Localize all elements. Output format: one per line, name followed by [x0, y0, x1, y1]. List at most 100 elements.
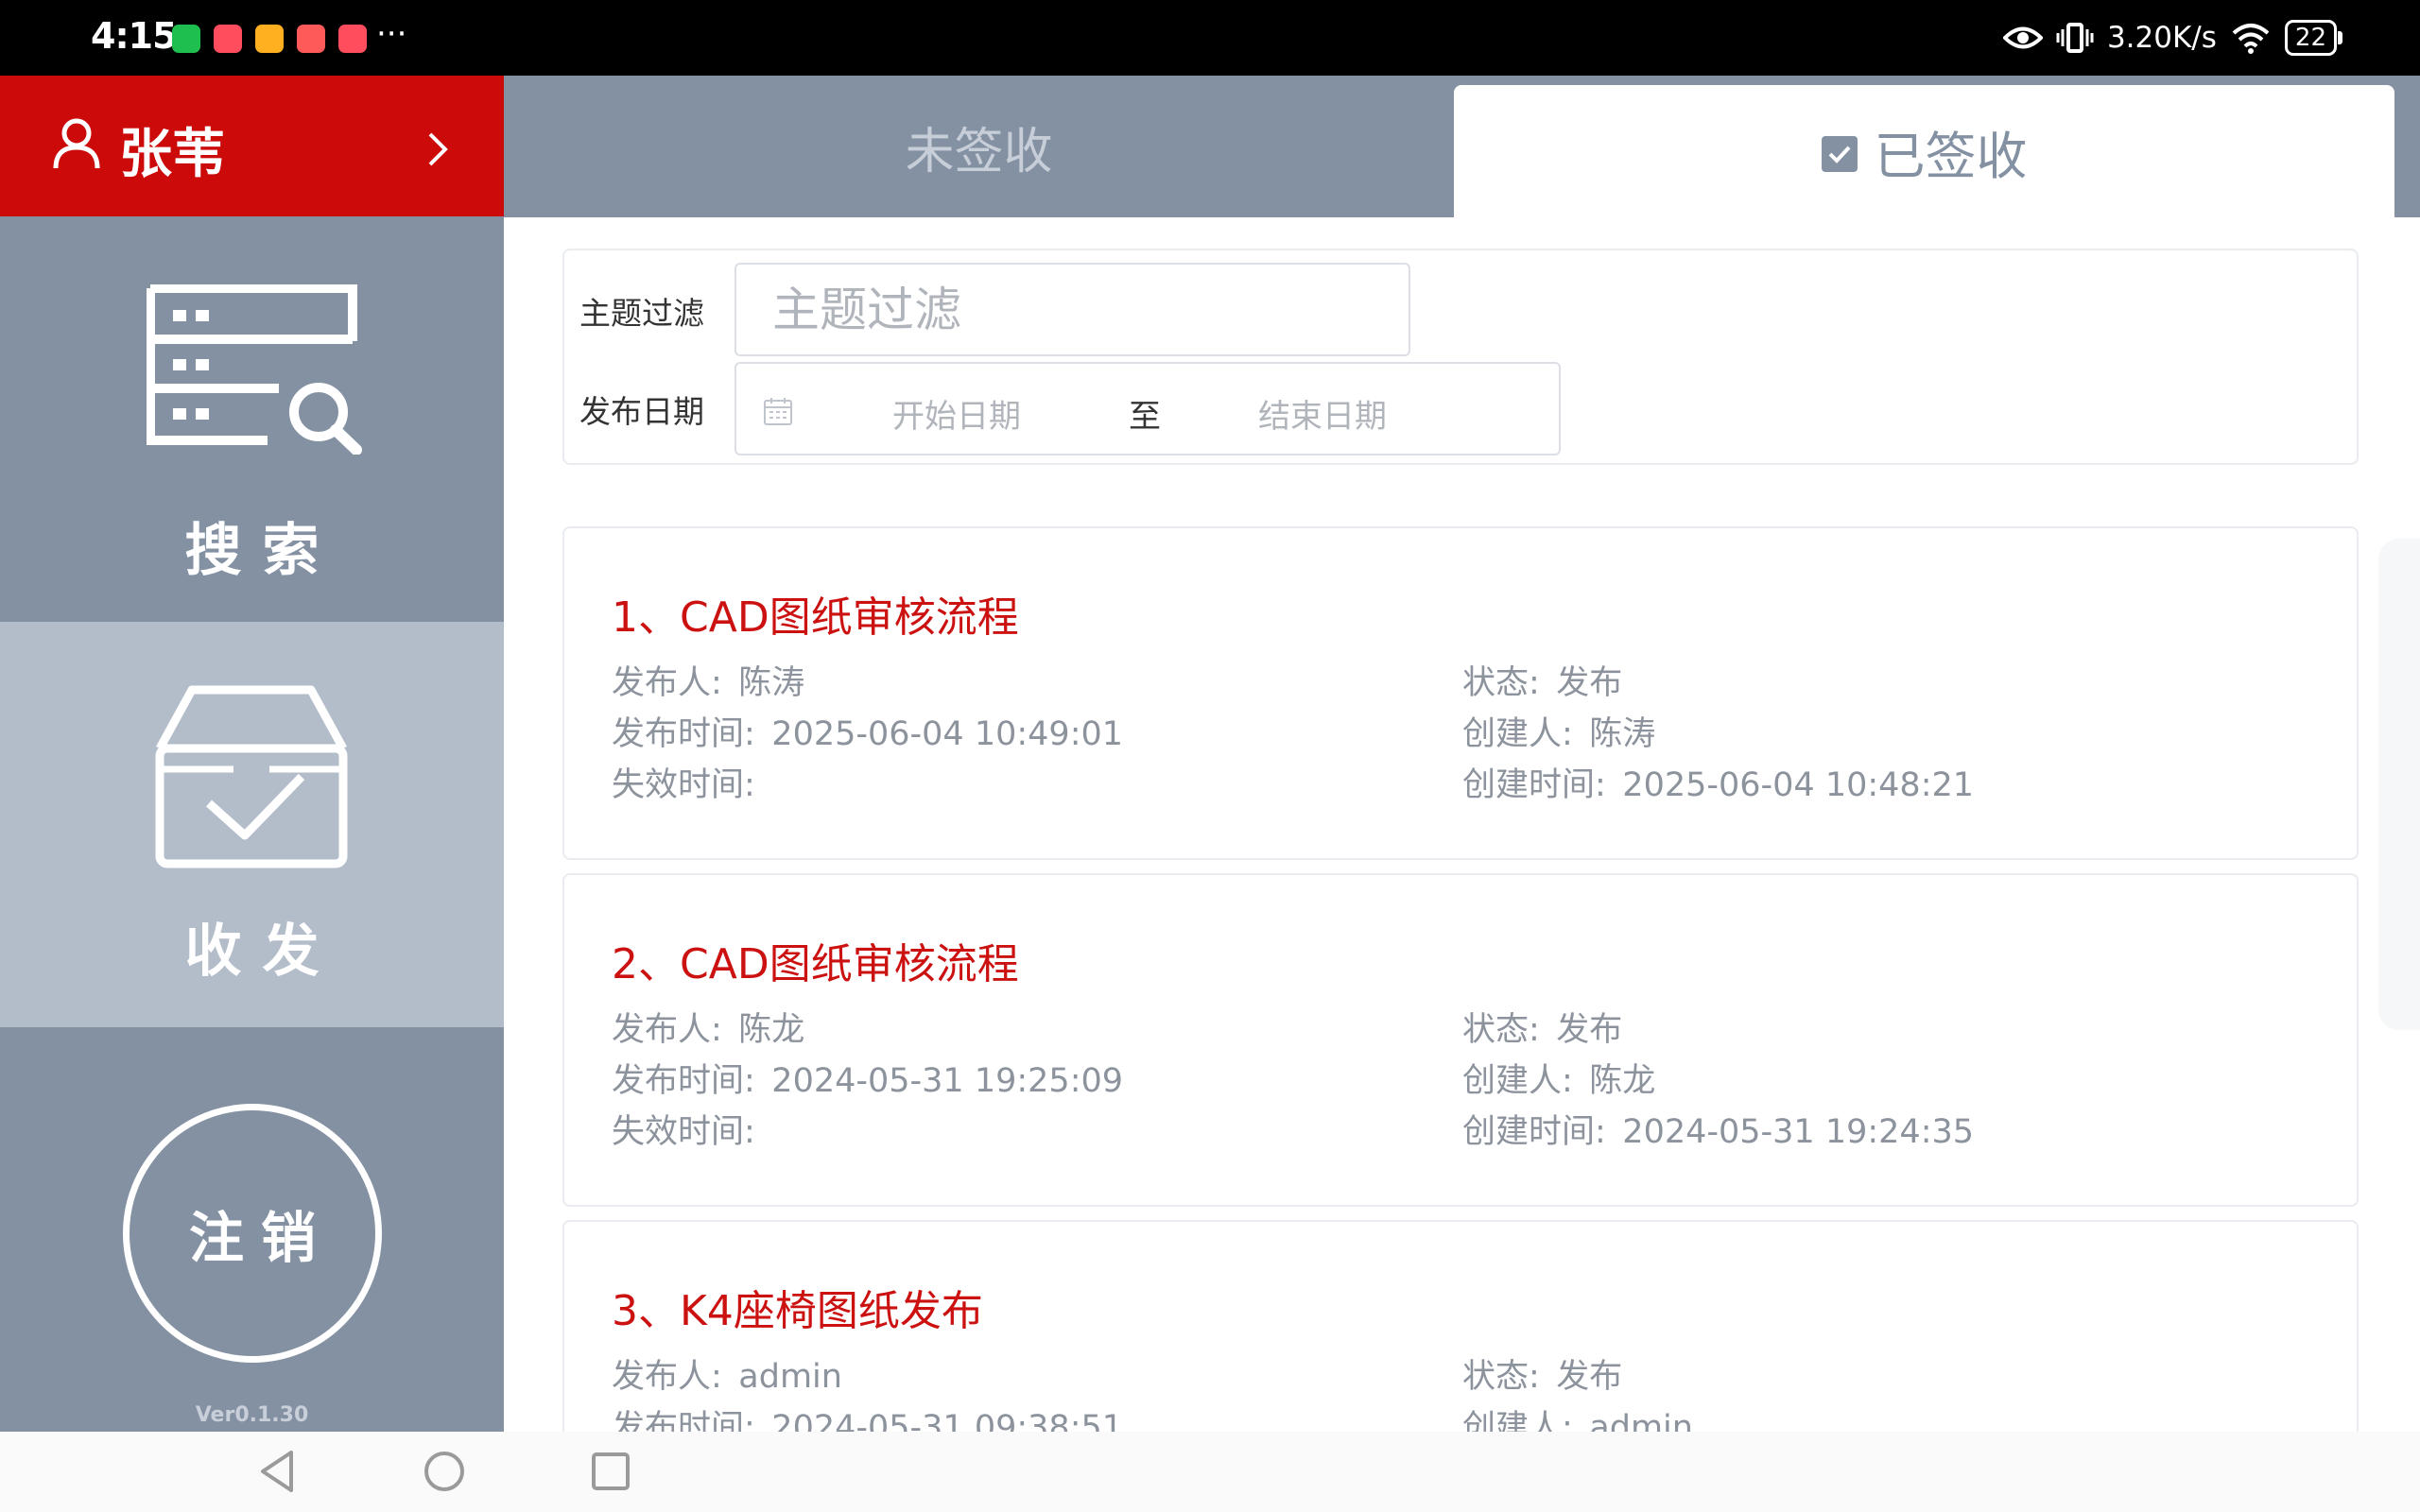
field-label: 状态: [1462, 1011, 1540, 1049]
tab-bar: 未签收 已签收 [504, 76, 2420, 217]
publish-time-field: 发布时间: 2024-05-31 19:25:09 [612, 1054, 1123, 1102]
publish-date-label: 发布日期 [579, 393, 704, 430]
filter-panel: 主题过滤 发布日期 开始日期 至 结束日期 [562, 249, 2359, 465]
field-label: 失效时间: [612, 1113, 755, 1151]
status-field: 状态: 发布 [1462, 1349, 1622, 1398]
chevron-right-icon [428, 132, 448, 166]
app-notification-icon [297, 25, 325, 53]
list-search-icon [147, 284, 362, 455]
field-label: 发布时间: [612, 1062, 755, 1100]
field-label: 创建人: [1462, 1409, 1573, 1432]
vibrate-icon [2056, 23, 2094, 53]
user-name: 张苇 [119, 124, 225, 185]
field-label: 发布时间: [612, 715, 755, 753]
start-date-input[interactable]: 开始日期 [892, 390, 1021, 437]
publisher-field: 发布人: 陈涛 [612, 656, 804, 704]
field-value: 发布 [1556, 664, 1623, 702]
tab-signed[interactable]: 已签收 [1454, 85, 2394, 217]
publisher-field: 发布人: admin [612, 1349, 842, 1398]
field-value: 陈龙 [738, 1011, 805, 1049]
field-value: 发布 [1556, 1011, 1623, 1049]
field-value: 2024-05-31 19:24:35 [1622, 1113, 1975, 1151]
app-version: Ver0.1.30 [195, 1403, 309, 1427]
date-range-picker[interactable]: 开始日期 至 结束日期 [735, 362, 1561, 455]
scrollbar[interactable] [2378, 539, 2420, 1030]
tab-signed-label: 已签收 [1874, 126, 2028, 186]
topic-filter-label: 主题过滤 [579, 295, 704, 332]
field-label: 创建人: [1462, 1062, 1573, 1100]
record-card[interactable]: 2、CAD图纸审核流程 发布人: 陈龙 发布时间: 2024-05-31 19:… [562, 873, 2359, 1207]
tab-unsigned-label: 未签收 [905, 123, 1053, 180]
nav-inbox[interactable]: 收发 [0, 622, 504, 1027]
status-field: 状态: 发布 [1462, 656, 1622, 704]
creator-field: 创建人: admin [1462, 1400, 1693, 1432]
field-value: 2025-06-04 10:49:01 [771, 715, 1124, 753]
tab-unsigned[interactable]: 未签收 [504, 76, 1454, 217]
more-notifications-icon: ··· [376, 15, 407, 53]
record-title: 2、CAD图纸审核流程 [612, 940, 1019, 988]
field-value: 陈涛 [1589, 715, 1656, 753]
create-time-field: 创建时间: 2024-05-31 19:24:35 [1462, 1105, 1974, 1153]
field-label: 创建时间: [1462, 1113, 1606, 1151]
wechat-notification-icon [172, 25, 200, 53]
field-value: 陈龙 [1589, 1062, 1656, 1100]
date-range-separator: 至 [1129, 398, 1161, 436]
back-icon[interactable] [257, 1449, 297, 1494]
calendar-icon [764, 398, 792, 425]
end-date-input[interactable]: 结束日期 [1258, 390, 1387, 437]
nav-search[interactable]: 搜索 [0, 216, 504, 622]
status-bar: 4:15 ··· 3.20K/s 22 [0, 0, 2420, 76]
app-notification-icon [255, 25, 284, 53]
app-notification-icon [214, 25, 242, 53]
create-time-field: 创建时间: 2025-06-04 10:48:21 [1462, 758, 1974, 806]
publisher-field: 发布人: 陈龙 [612, 1003, 804, 1051]
logout-button[interactable]: 注销 [123, 1104, 382, 1363]
status-field: 状态: 发布 [1462, 1003, 1622, 1051]
field-label: 状态: [1462, 1358, 1540, 1396]
nav-search-label: 搜索 [184, 518, 340, 584]
field-label: 发布人: [612, 1358, 722, 1396]
home-icon[interactable] [424, 1449, 465, 1494]
battery-indicator: 22 [2284, 20, 2343, 56]
record-card[interactable]: 1、CAD图纸审核流程 发布人: 陈涛 发布时间: 2025-06-04 10:… [562, 526, 2359, 860]
system-nav-bar [0, 1432, 2420, 1512]
publish-time-field: 发布时间: 2025-06-04 10:49:01 [612, 707, 1123, 755]
status-time: 4:15 [91, 15, 178, 57]
field-value: admin [738, 1358, 842, 1396]
recents-icon[interactable] [590, 1449, 631, 1494]
field-value: 发布 [1556, 1358, 1623, 1396]
eye-icon [2002, 26, 2043, 49]
logout-label: 注销 [188, 1206, 333, 1270]
app-notification-icon [338, 25, 367, 53]
field-label: 创建时间: [1462, 766, 1606, 804]
wifi-icon [2232, 24, 2270, 54]
creator-field: 创建人: 陈涛 [1462, 707, 1655, 755]
field-value: 陈涛 [738, 664, 805, 702]
record-title: 1、CAD图纸审核流程 [612, 593, 1019, 642]
network-speed: 3.20K/s [2106, 21, 2217, 55]
publish-time-field: 发布时间: 2024-05-31 09:38:51 [612, 1400, 1123, 1432]
sidebar: 张苇 搜索 收发 注销 Ver0.1.30 [0, 76, 504, 1432]
checkbox-checked-icon [1821, 136, 1858, 172]
record-card[interactable]: 3、K4座椅图纸发布 发布人: admin 发布时间: 2024-05-31 0… [562, 1220, 2359, 1432]
field-label: 状态: [1462, 664, 1540, 702]
field-value: 2025-06-04 10:48:21 [1622, 766, 1975, 804]
record-title: 3、K4座椅图纸发布 [612, 1287, 983, 1335]
user-header[interactable]: 张苇 [0, 76, 504, 216]
nav-inbox-label: 收发 [184, 919, 340, 985]
topic-filter-input[interactable] [735, 263, 1410, 356]
field-value: 2024-05-31 19:25:09 [771, 1062, 1124, 1100]
creator-field: 创建人: 陈龙 [1462, 1054, 1655, 1102]
field-value: admin [1589, 1409, 1693, 1432]
app: 张苇 搜索 收发 注销 Ver0.1.30 未签收 已签收 主题过滤 主题过滤 … [0, 76, 2420, 1432]
field-label: 创建人: [1462, 715, 1573, 753]
main-content: 主题过滤 发布日期 开始日期 至 结束日期 1、CAD图纸审核流程 发布人: 陈… [504, 217, 2420, 1432]
expire-time-field: 失效时间: [612, 758, 771, 806]
field-label: 失效时间: [612, 766, 755, 804]
status-right: 3.20K/s 22 [2002, 17, 2343, 59]
field-label: 发布人: [612, 664, 722, 702]
inbox-check-icon [155, 685, 348, 868]
expire-time-field: 失效时间: [612, 1105, 771, 1153]
field-label: 发布时间: [612, 1409, 755, 1432]
field-label: 发布人: [612, 1011, 722, 1049]
